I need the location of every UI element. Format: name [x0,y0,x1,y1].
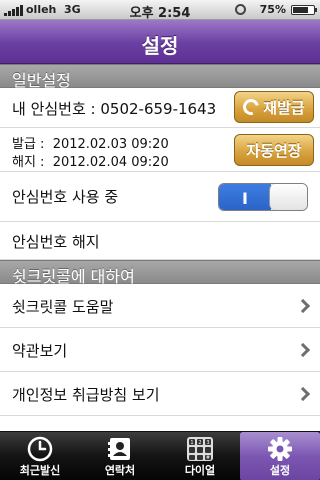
section-header-general: 일반설정 [0,64,320,90]
tab-bar: 최근발신 연락처 1 2 3 # 다이얼 설정 [0,431,320,480]
menu-item-label: 약관보기 [12,342,68,360]
clock-icon [27,436,53,462]
battery-icon [291,5,317,15]
safe-number-active-row: 안심번호 사용 중 I [0,172,320,222]
tab-dialer[interactable]: 1 2 3 # 다이얼 [160,432,240,480]
safe-number-toggle[interactable]: I [218,183,308,211]
menu-item-label: 개인정보 취급방침 보기 [12,386,160,404]
tab-recent-calls[interactable]: 최근발신 [0,432,80,480]
tab-label: 설정 [269,464,291,477]
battery-percent: 75% [259,3,286,16]
tab-label: 다이얼 [184,464,216,477]
gear-icon [268,437,292,461]
chevron-right-icon [295,386,311,402]
toggle-knob [269,184,307,210]
safe-number-row: 내 안심번호 : 0502-659-1643 재발급 [0,88,320,128]
chevron-right-icon [295,342,311,358]
issued-date: 발급 : 2012.02.03 09:20 [12,137,169,152]
menu-item-label: 쉿크릿콜 도움말 [12,298,114,316]
tab-settings[interactable]: 설정 [240,432,320,480]
cancel-safe-number-label: 안심번호 해지 [12,233,100,251]
expiry-date: 해지 : 2012.02.04 09:20 [12,155,169,170]
page-title: 설정 [141,34,179,58]
svg-text:#: # [206,455,210,461]
chevron-right-icon [295,298,311,314]
reissue-button[interactable]: 재발급 [234,91,314,123]
section-header-about: 쉿크릿콜에 대하여 [0,260,320,286]
menu-item-help[interactable]: 쉿크릿콜 도움말 [0,284,320,328]
tab-label: 최근발신 [19,464,61,477]
list-overflow [0,416,320,431]
navigation-bar: 설정 [0,20,320,64]
svg-text:3: 3 [206,440,209,446]
svg-text:1: 1 [190,440,193,446]
auto-extend-button-label: 자동연장 [246,141,302,160]
toggle-on-track: I [219,184,271,210]
menu-item-terms[interactable]: 약관보기 [0,328,320,372]
refresh-icon [240,96,263,118]
alarm-icon [235,4,246,15]
safe-number-label: 내 안심번호 : 0502-659-1643 [12,100,217,118]
keypad-icon: 1 2 3 # [187,437,213,461]
auto-extend-button[interactable]: 자동연장 [234,134,314,166]
reissue-button-label: 재발급 [263,98,305,117]
status-bar: olleh 3G 오후 2:54 75% [0,0,320,21]
tab-contacts[interactable]: 연락처 [80,432,160,480]
svg-text:2: 2 [198,440,201,446]
tab-label: 연락처 [104,464,136,477]
menu-item-privacy[interactable]: 개인정보 취급방침 보기 [0,372,320,416]
cancel-safe-number-row[interactable]: 안심번호 해지 [0,222,320,260]
contacts-icon [108,438,130,460]
validity-row: 발급 : 2012.02.03 09:20 해지 : 2012.02.04 09… [0,128,320,172]
safe-number-active-label: 안심번호 사용 중 [12,188,119,206]
